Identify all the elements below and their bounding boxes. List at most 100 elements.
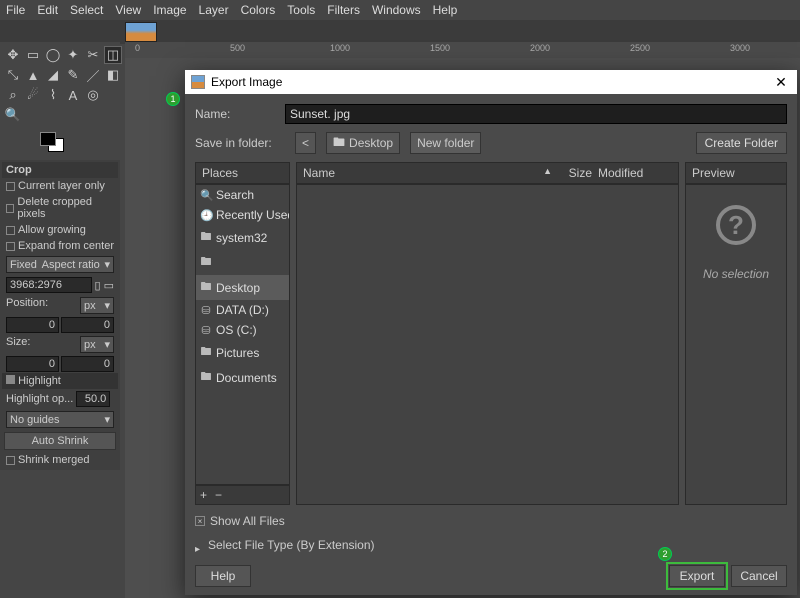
- menu-tools[interactable]: Tools: [287, 3, 315, 17]
- scissors-tool-icon[interactable]: ✂: [84, 46, 102, 64]
- select-file-type-toggle[interactable]: Select File Type (By Extension): [195, 537, 787, 553]
- menu-file[interactable]: File: [6, 3, 25, 17]
- menu-bar: File Edit Select View Image Layer Colors…: [0, 0, 800, 20]
- highlight-checkbox[interactable]: [6, 375, 15, 384]
- place-data-d[interactable]: ⛁DATA (D:): [196, 300, 289, 320]
- image-thumbnail[interactable]: [125, 22, 157, 42]
- create-folder-button[interactable]: Create Folder: [696, 132, 787, 154]
- path-tool-icon[interactable]: ⌇: [44, 86, 62, 104]
- name-label: Name:: [195, 107, 275, 121]
- help-button[interactable]: Help: [195, 565, 251, 587]
- menu-select[interactable]: Select: [70, 3, 103, 17]
- aspect-ratio-field[interactable]: 3968:2976: [6, 277, 92, 293]
- path-segment-newfolder[interactable]: New folder: [410, 132, 481, 154]
- folder-icon: 🖿: [200, 278, 212, 297]
- show-all-files-toggle[interactable]: × Show All Files: [195, 513, 787, 529]
- wand-tool-icon[interactable]: ✦: [64, 46, 82, 64]
- col-size[interactable]: Size: [552, 166, 592, 180]
- fixed-mode-combo[interactable]: FixedAspect ratio▾: [6, 256, 114, 273]
- step-marker-1: 1: [166, 92, 180, 106]
- menu-image[interactable]: Image: [153, 3, 186, 17]
- app-icon: [191, 75, 205, 89]
- place-desktop[interactable]: 🖿Desktop: [196, 275, 289, 300]
- auto-shrink-button[interactable]: Auto Shrink: [4, 432, 116, 450]
- add-place-button[interactable]: +: [200, 488, 207, 502]
- expand-icon: [195, 541, 203, 549]
- checkbox[interactable]: [6, 456, 15, 465]
- ruler-tick: 2500: [630, 43, 650, 53]
- clone-tool-icon[interactable]: ⌕: [4, 86, 22, 104]
- opt-allow-growing[interactable]: Allow growing: [18, 224, 86, 236]
- menu-colors[interactable]: Colors: [241, 3, 276, 17]
- place-system32[interactable]: 🖿system32: [196, 225, 289, 250]
- close-icon[interactable]: ✕: [771, 74, 791, 91]
- text-tool-icon[interactable]: A: [64, 86, 82, 104]
- menu-help[interactable]: Help: [433, 3, 458, 17]
- place-os-c[interactable]: ⛁OS (C:): [196, 320, 289, 340]
- checkbox[interactable]: [6, 182, 15, 191]
- place-search[interactable]: 🔍Search: [196, 185, 289, 205]
- menu-windows[interactable]: Windows: [372, 3, 421, 17]
- position-unit-combo[interactable]: px▾: [80, 297, 114, 314]
- menu-filters[interactable]: Filters: [327, 3, 360, 17]
- menu-edit[interactable]: Edit: [37, 3, 58, 17]
- disk-icon: ⛁: [200, 324, 212, 337]
- menu-view[interactable]: View: [115, 3, 141, 17]
- portrait-icon[interactable]: ▯: [95, 279, 101, 292]
- checkbox[interactable]: [6, 226, 15, 235]
- transform-tool-icon[interactable]: ⤡: [4, 66, 22, 84]
- landscape-icon[interactable]: ▭: [104, 279, 114, 292]
- places-list: 🔍Search 🕘Recently Used 🖿system32 🖿 🖿Desk…: [195, 184, 290, 485]
- cancel-button[interactable]: Cancel: [731, 565, 787, 587]
- place-pictures[interactable]: 🖿Pictures: [196, 340, 289, 365]
- opt-current-layer[interactable]: Current layer only: [18, 180, 105, 192]
- move-tool-icon[interactable]: ✥: [4, 46, 22, 64]
- path-segment-desktop[interactable]: 🖿Desktop: [326, 132, 400, 154]
- horizontal-ruler: 0 500 1000 1500 2000 2500 3000: [125, 42, 800, 58]
- remove-place-button[interactable]: −: [215, 488, 222, 502]
- pencil-tool-icon[interactable]: ／: [84, 66, 102, 84]
- position-label: Position:: [6, 297, 48, 314]
- size-unit-combo[interactable]: px▾: [80, 336, 114, 353]
- gradient-tool-icon[interactable]: ◢: [44, 66, 62, 84]
- files-list[interactable]: [296, 184, 679, 505]
- folder-icon: 🖿: [200, 368, 212, 387]
- zoom-tool-icon[interactable]: 🔍: [4, 106, 22, 124]
- filename-input[interactable]: [285, 104, 787, 124]
- eraser-tool-icon[interactable]: ◧: [104, 66, 122, 84]
- dialog-title: Export Image: [211, 75, 771, 89]
- opt-expand-center[interactable]: Expand from center: [18, 240, 114, 252]
- menu-layer[interactable]: Layer: [199, 3, 229, 17]
- tool-options-header: Crop: [2, 162, 118, 178]
- bucket-tool-icon[interactable]: ▲: [24, 66, 42, 84]
- size-h-field[interactable]: 0: [61, 356, 114, 372]
- size-w-field[interactable]: 0: [6, 356, 59, 372]
- smudge-tool-icon[interactable]: ☄: [24, 86, 42, 104]
- position-x-field[interactable]: 0: [6, 317, 59, 333]
- export-button[interactable]: Export: [669, 565, 725, 587]
- opt-shrink-merged[interactable]: Shrink merged: [18, 454, 90, 466]
- opt-delete-cropped[interactable]: Delete cropped pixels: [17, 196, 114, 220]
- crop-tool-icon[interactable]: ◫: [104, 46, 122, 64]
- checkbox[interactable]: [6, 204, 14, 213]
- folder-icon: 🖿: [333, 133, 345, 154]
- path-back-button[interactable]: <: [295, 132, 316, 154]
- brush-tool-icon[interactable]: ✎: [64, 66, 82, 84]
- preview-header: Preview: [685, 162, 787, 184]
- checkbox[interactable]: [6, 242, 15, 251]
- place-recent[interactable]: 🕘Recently Used: [196, 205, 289, 225]
- col-modified[interactable]: Modified: [592, 166, 672, 180]
- measure-tool-icon[interactable]: ◎: [84, 86, 102, 104]
- position-y-field[interactable]: 0: [61, 317, 114, 333]
- col-name[interactable]: Name▲: [303, 166, 552, 180]
- guides-combo[interactable]: No guides▾: [6, 411, 114, 428]
- ruler-tick: 1000: [330, 43, 350, 53]
- lasso-tool-icon[interactable]: ◯: [44, 46, 62, 64]
- foreground-color-swatch[interactable]: [40, 132, 56, 146]
- place-documents[interactable]: 🖿Documents: [196, 365, 289, 390]
- dialog-titlebar[interactable]: Export Image ✕: [185, 70, 797, 94]
- highlight-opacity-field[interactable]: 50.0: [76, 391, 110, 407]
- place-empty[interactable]: 🖿: [196, 250, 289, 275]
- rect-select-tool-icon[interactable]: ▭: [24, 46, 42, 64]
- color-swatches[interactable]: [40, 132, 68, 156]
